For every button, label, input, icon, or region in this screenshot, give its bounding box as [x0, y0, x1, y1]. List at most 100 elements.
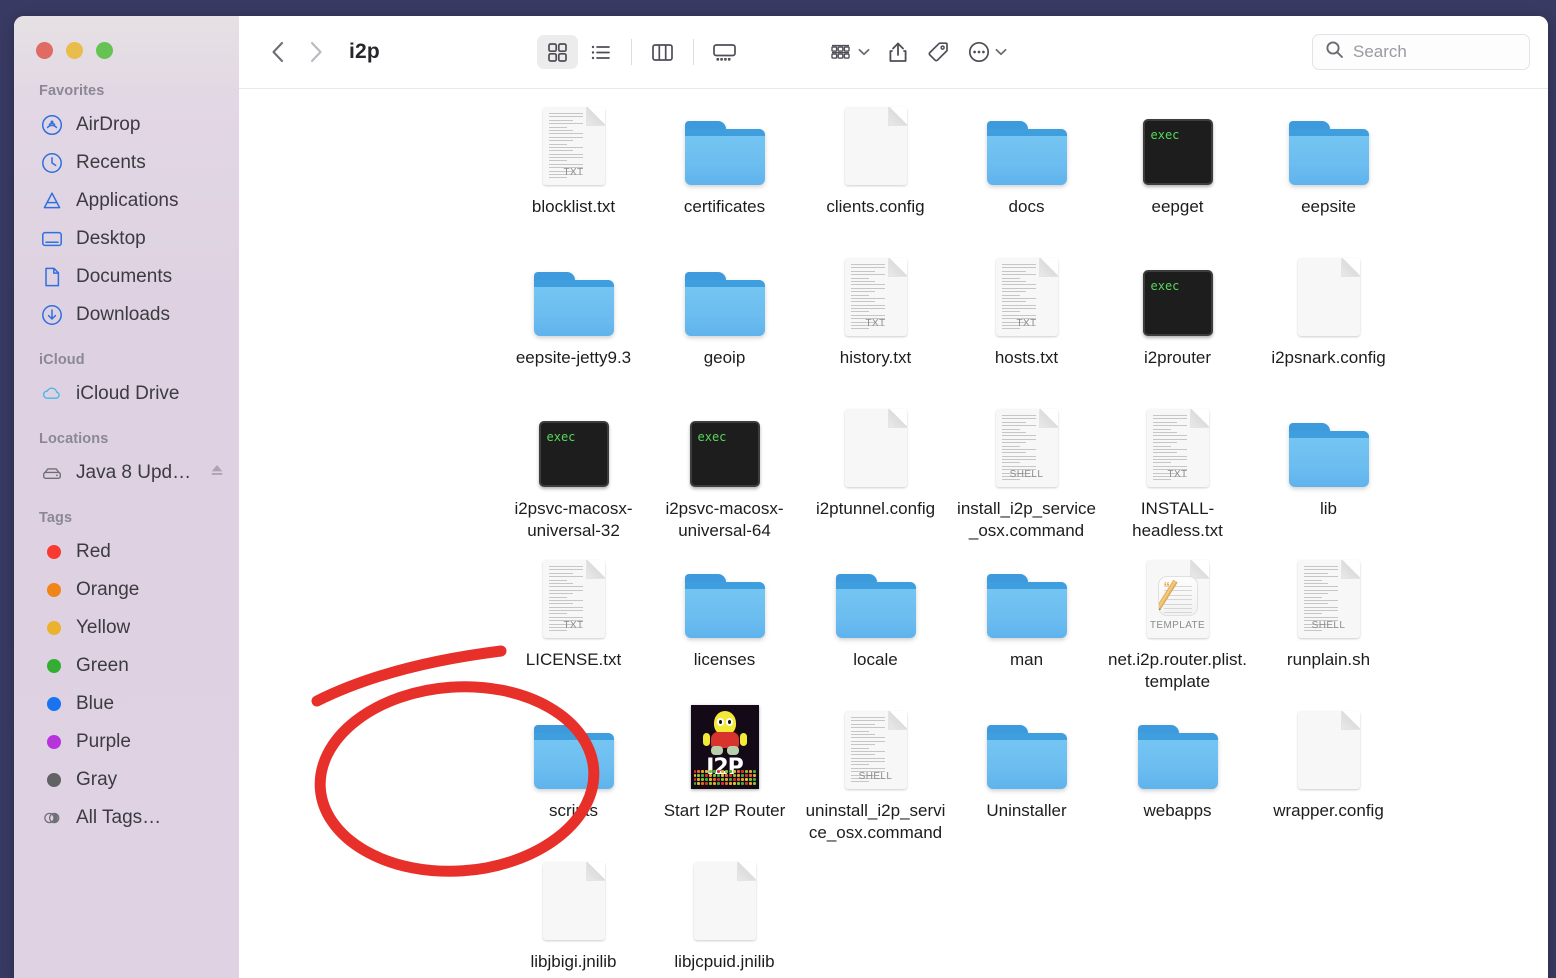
file-thumbnail: [987, 558, 1067, 638]
file-item[interactable]: TXTblocklist.txt: [498, 99, 649, 250]
file-item[interactable]: SHELLuninstall_i2p_service_osx.command: [800, 703, 951, 854]
file-item[interactable]: libjcpuid.jnilib: [649, 854, 800, 978]
group-by-button[interactable]: [823, 35, 876, 69]
folder-icon: [534, 725, 614, 789]
file-thumbnail: [534, 709, 614, 789]
sidebar-item-red[interactable]: Red: [14, 533, 239, 571]
file-item[interactable]: wrapper.config: [1253, 703, 1404, 854]
sidebar-item-applications[interactable]: Applications: [14, 182, 239, 220]
file-item[interactable]: execi2psvc-macosx-universal-32: [498, 401, 649, 552]
toolbar-divider-1: [631, 39, 632, 65]
file-name-label: geoip: [704, 347, 746, 369]
file-item[interactable]: docs: [951, 99, 1102, 250]
sidebar-item-recents[interactable]: Recents: [14, 144, 239, 182]
file-item[interactable]: SHELLinstall_i2p_service_osx.command: [951, 401, 1102, 552]
eject-icon[interactable]: [209, 462, 225, 484]
file-item[interactable]: TXTLICENSE.txt: [498, 552, 649, 703]
file-item[interactable]: TXThistory.txt: [800, 250, 951, 401]
file-item[interactable]: eepsite: [1253, 99, 1404, 250]
file-grid-container[interactable]: TXTblocklist.txtcertificatesclients.conf…: [239, 89, 1548, 978]
file-item[interactable]: libjbigi.jnilib: [498, 854, 649, 978]
sidebar-item-purple[interactable]: Purple: [14, 723, 239, 761]
sidebar-item-airdrop[interactable]: AirDrop: [14, 106, 239, 144]
file-thumbnail: exec: [1143, 105, 1213, 185]
sidebar-section-header: Favorites: [14, 83, 239, 106]
file-item[interactable]: TXThosts.txt: [951, 250, 1102, 401]
applications-icon: [41, 190, 63, 212]
file-name-label: uninstall_i2p_service_osx.command: [804, 800, 947, 844]
sidebar-item-gray[interactable]: Gray: [14, 761, 239, 799]
view-gallery-button[interactable]: [704, 35, 745, 69]
more-actions-button[interactable]: [961, 35, 1013, 69]
file-name-label: libjbigi.jnilib: [531, 951, 617, 973]
sidebar-section-locations: LocationsJava 8 Updat…: [14, 431, 239, 492]
file-item[interactable]: TEMPLATE“net.i2p.router.plist.template: [1102, 552, 1253, 703]
download-icon: [41, 304, 63, 326]
sidebar-item-all-tags[interactable]: All Tags…: [14, 799, 239, 837]
executable-icon: exec: [539, 421, 609, 487]
sidebar-item-documents[interactable]: Documents: [14, 258, 239, 296]
file-item[interactable]: scripts: [498, 703, 649, 854]
file-thumbnail: [987, 709, 1067, 789]
file-item[interactable]: SHELLrunplain.sh: [1253, 552, 1404, 703]
file-item[interactable]: Uninstaller: [951, 703, 1102, 854]
sidebar-section-icloud: iCloudiCloud Drive: [14, 352, 239, 413]
file-thumbnail: exec: [1143, 256, 1213, 336]
document-icon: [1298, 258, 1360, 336]
file-item[interactable]: man: [951, 552, 1102, 703]
file-item[interactable]: clients.config: [800, 99, 951, 250]
sidebar-item-yellow[interactable]: Yellow: [14, 609, 239, 647]
file-thumbnail: I2P: [691, 709, 759, 789]
sidebar-item-green[interactable]: Green: [14, 647, 239, 685]
file-item[interactable]: lib: [1253, 401, 1404, 552]
forward-button[interactable]: [297, 33, 335, 71]
tag-dot-icon: [41, 731, 63, 753]
sidebar-item-label: Applications: [76, 190, 178, 212]
file-item[interactable]: certificates: [649, 99, 800, 250]
sidebar-item-downloads[interactable]: Downloads: [14, 296, 239, 334]
toolbar-divider-2: [693, 39, 694, 65]
back-button[interactable]: [259, 33, 297, 71]
sidebar-item-label: Gray: [76, 769, 117, 791]
file-item[interactable]: i2psnark.config: [1253, 250, 1404, 401]
sidebar-item-blue[interactable]: Blue: [14, 685, 239, 723]
view-column-button[interactable]: [642, 35, 683, 69]
desktop-icon: [41, 228, 63, 250]
file-item[interactable]: I2PStart I2P Router: [649, 703, 800, 854]
file-grid: TXTblocklist.txtcertificatesclients.conf…: [239, 89, 1548, 978]
file-item[interactable]: TXTINSTALL-headless.txt: [1102, 401, 1253, 552]
view-list-button[interactable]: [580, 35, 621, 69]
cloud-icon: [41, 383, 63, 405]
file-item[interactable]: execi2prouter: [1102, 250, 1253, 401]
tag-button[interactable]: [920, 35, 956, 69]
sidebar-item-orange[interactable]: Orange: [14, 571, 239, 609]
file-item[interactable]: webapps: [1102, 703, 1253, 854]
file-item[interactable]: execeepget: [1102, 99, 1253, 250]
sidebar-item-label: All Tags…: [76, 807, 161, 829]
sidebar-item-desktop[interactable]: Desktop: [14, 220, 239, 258]
view-icon-button[interactable]: [537, 35, 578, 69]
file-item[interactable]: geoip: [649, 250, 800, 401]
file-name-label: net.i2p.router.plist.template: [1106, 649, 1249, 693]
file-item[interactable]: eepsite-jetty9.3: [498, 250, 649, 401]
sidebar-item-label: Desktop: [76, 228, 146, 250]
i2p-app-icon: I2P: [691, 705, 759, 789]
main-pane: i2p: [239, 16, 1548, 978]
close-button[interactable]: [36, 42, 53, 59]
sidebar-item-icloud-drive[interactable]: iCloud Drive: [14, 375, 239, 413]
file-thumbnail: [543, 860, 605, 940]
file-name-label: i2ptunnel.config: [816, 498, 935, 520]
sidebar-item-label: Red: [76, 541, 111, 563]
zoom-button[interactable]: [96, 42, 113, 59]
sidebar-item-label: Green: [76, 655, 129, 677]
page-title: i2p: [349, 40, 380, 64]
file-item[interactable]: i2ptunnel.config: [800, 401, 951, 552]
share-button[interactable]: [881, 35, 915, 69]
sidebar-item-java-8-updat[interactable]: Java 8 Updat…: [14, 454, 239, 492]
file-thumbnail: TXT: [996, 256, 1058, 336]
minimize-button[interactable]: [66, 42, 83, 59]
file-item[interactable]: locale: [800, 552, 951, 703]
file-item[interactable]: licenses: [649, 552, 800, 703]
search-field[interactable]: Search: [1312, 34, 1530, 70]
file-item[interactable]: execi2psvc-macosx-universal-64: [649, 401, 800, 552]
